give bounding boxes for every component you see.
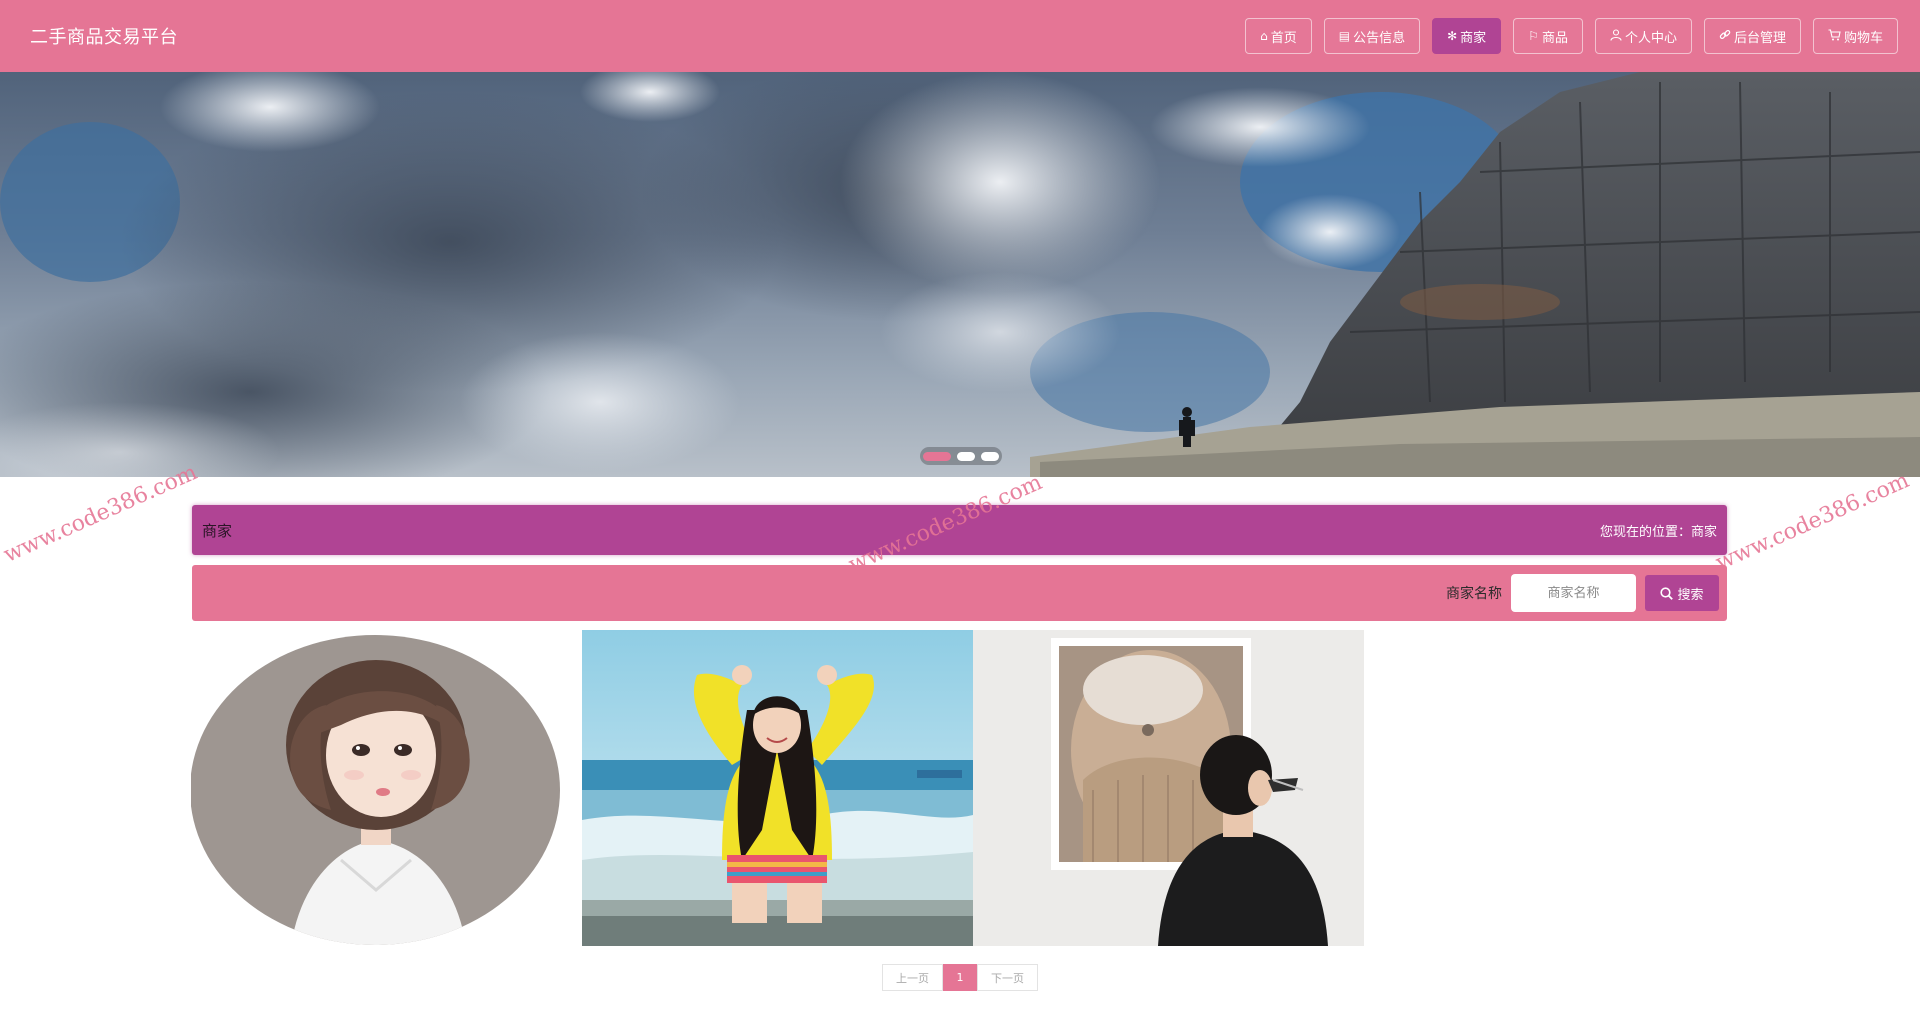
nav-home-label: 首页 bbox=[1270, 30, 1297, 46]
user-icon bbox=[1610, 28, 1622, 44]
search-button[interactable]: 搜索 bbox=[1645, 575, 1719, 611]
nav-profile-button[interactable]: 个人中心 bbox=[1594, 18, 1692, 54]
prev-page-button[interactable]: 上一页 bbox=[882, 964, 943, 991]
carousel-dot-3[interactable] bbox=[981, 451, 999, 461]
cart-icon bbox=[1828, 28, 1841, 44]
nav-merchant-label: 商家 bbox=[1460, 30, 1487, 46]
merchant-grid bbox=[191, 630, 1364, 946]
carousel-indicators bbox=[920, 447, 1002, 465]
nav-news-button[interactable]: ▤ 公告信息 bbox=[1323, 18, 1421, 54]
carousel-dot-2[interactable] bbox=[957, 451, 975, 461]
asterisk-icon: ✻ bbox=[1447, 29, 1458, 43]
nav-cart-label: 购物车 bbox=[1843, 30, 1883, 46]
banner-carousel[interactable] bbox=[0, 72, 1920, 477]
merchant-card[interactable] bbox=[973, 630, 1364, 946]
breadcrumb: 您现在的位置：商家 bbox=[1599, 524, 1717, 540]
watermark-text: www.code386.com bbox=[1712, 468, 1914, 576]
site-brand[interactable]: 二手商品交易平台 bbox=[30, 23, 178, 49]
page-number-button[interactable]: 1 bbox=[943, 964, 977, 991]
search-icon bbox=[1660, 586, 1674, 600]
nav-news-label: 公告信息 bbox=[1353, 30, 1406, 46]
merchant-card[interactable] bbox=[191, 630, 582, 946]
nav-profile-label: 个人中心 bbox=[1624, 30, 1677, 46]
merchant-avatar-image bbox=[191, 630, 582, 946]
section-title-bar: 商家 您现在的位置：商家 bbox=[192, 505, 1727, 555]
nav-home-button[interactable]: ⌂ 首页 bbox=[1245, 18, 1312, 54]
merchant-name-input[interactable] bbox=[1511, 574, 1636, 612]
flag-icon: ⚐ bbox=[1528, 29, 1539, 43]
search-bar: 商家名称 搜索 bbox=[192, 565, 1727, 621]
nav-admin-button[interactable]: 后台管理 bbox=[1703, 18, 1801, 54]
banner-landscape-image bbox=[0, 72, 1920, 477]
carousel-dot-1[interactable] bbox=[923, 451, 951, 461]
nav-merchant-button[interactable]: ✻ 商家 bbox=[1432, 18, 1502, 54]
nav-cart-button[interactable]: 购物车 bbox=[1812, 18, 1898, 54]
pagination: 上一页 1 下一页 bbox=[882, 964, 1038, 991]
merchant-avatar-image bbox=[973, 630, 1364, 946]
top-nav-bar: 二手商品交易平台 ⌂ 首页 ▤ 公告信息 ✻ 商家 ⚐ 商品 个人中心 后台管理… bbox=[0, 0, 1920, 72]
nav-goods-label: 商品 bbox=[1541, 30, 1568, 46]
link-icon bbox=[1719, 29, 1731, 44]
search-button-label: 搜索 bbox=[1677, 587, 1704, 603]
main-nav: ⌂ 首页 ▤ 公告信息 ✻ 商家 ⚐ 商品 个人中心 后台管理 购物车 bbox=[1233, 18, 1898, 54]
search-label: 商家名称 bbox=[1446, 586, 1502, 602]
news-icon: ▤ bbox=[1338, 29, 1351, 43]
merchant-avatar-image bbox=[582, 630, 973, 946]
home-icon: ⌂ bbox=[1260, 29, 1268, 43]
nav-admin-label: 后台管理 bbox=[1733, 30, 1786, 46]
page-title: 商家 bbox=[202, 521, 233, 540]
merchant-card[interactable] bbox=[582, 630, 973, 946]
next-page-button[interactable]: 下一页 bbox=[977, 964, 1038, 991]
nav-goods-button[interactable]: ⚐ 商品 bbox=[1513, 18, 1583, 54]
